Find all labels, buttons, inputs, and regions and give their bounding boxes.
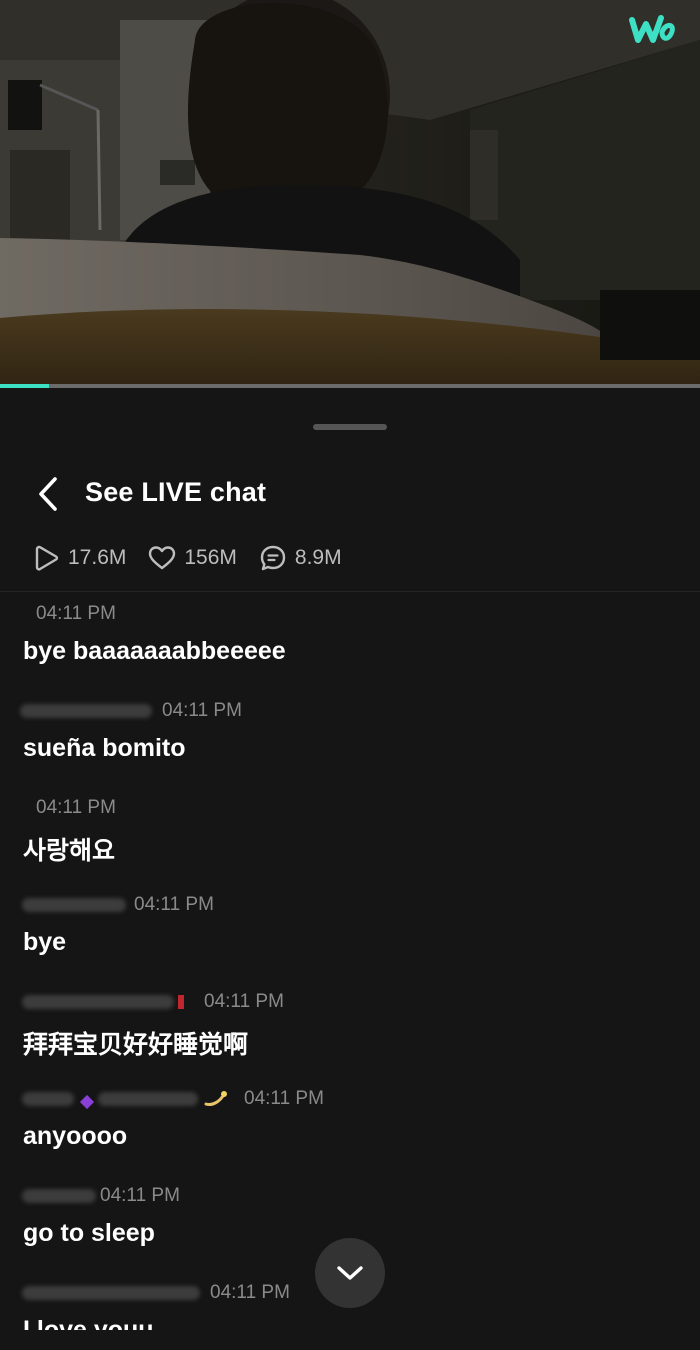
- message-time: 04:11 PM: [36, 797, 116, 818]
- message-text: 拜拜宝贝好好睡觉啊: [23, 1031, 249, 1059]
- chat-list[interactable]: 04:11 PM bye baaaaaaabbeeeee 04:11 PM su…: [0, 595, 700, 1330]
- message-time: 04:11 PM: [100, 1185, 180, 1206]
- message-text: anyoooo: [23, 1122, 128, 1150]
- chat-bubble-icon: [260, 545, 286, 571]
- sheet-drag-handle[interactable]: [313, 424, 387, 430]
- back-button[interactable]: [28, 474, 68, 514]
- message-text: 사랑해요: [23, 837, 116, 865]
- username-redacted: [22, 1092, 74, 1106]
- comments-count: 8.9M: [294, 546, 342, 569]
- video-progress-fill: [0, 384, 49, 388]
- message-meta: 04:11 PM: [22, 1280, 290, 1306]
- username-redacted: [22, 898, 126, 912]
- views-count: 17.6M: [68, 546, 127, 569]
- chevron-down-icon: [337, 1266, 363, 1280]
- username-redacted: [22, 1189, 96, 1203]
- likes-count: 156M: [184, 546, 237, 569]
- live-replay-screen: See LIVE chat 17.6M 156M 8.9M 04:11 PM b…: [0, 0, 700, 1350]
- message-text: sueña bomito: [23, 734, 186, 762]
- likes-stat: 156M: [148, 545, 237, 571]
- message-time: 04:11 PM: [162, 700, 242, 721]
- views-stat: 17.6M: [34, 544, 126, 572]
- scroll-to-bottom-button[interactable]: [315, 1238, 385, 1308]
- stats-row: 17.6M 156M 8.9M: [34, 544, 342, 572]
- message-meta: 04:11 PM: [36, 601, 116, 627]
- chat-sheet: See LIVE chat 17.6M 156M 8.9M 04:11 PM b…: [0, 389, 700, 1350]
- message-time: 04:11 PM: [134, 894, 214, 915]
- message-text: bye baaaaaaabbeeeee: [23, 637, 286, 665]
- chevron-left-icon: [39, 477, 57, 511]
- message-time: 04:11 PM: [204, 991, 284, 1012]
- message-meta: 04:11 PM: [36, 795, 116, 821]
- user-badge-icon: [178, 995, 184, 1009]
- message-meta: 04:11 PM: [22, 989, 284, 1015]
- video-frame: [0, 0, 700, 388]
- shooting-star-icon: [204, 1091, 227, 1106]
- message-text: go to sleep: [23, 1219, 155, 1247]
- video-progress-bar[interactable]: [0, 384, 700, 388]
- play-icon: [35, 545, 59, 571]
- video-player[interactable]: [0, 0, 700, 388]
- divider: [0, 591, 700, 592]
- weverse-logo-icon: [626, 10, 678, 48]
- message-meta: 04:11 PM: [22, 1086, 324, 1112]
- username-redacted: [20, 704, 152, 718]
- username-redacted: [22, 1286, 200, 1300]
- message-text: bye: [23, 928, 67, 956]
- message-time: 04:11 PM: [244, 1088, 324, 1109]
- purple-heart-icon: [79, 1094, 95, 1110]
- message-time: 04:11 PM: [210, 1282, 290, 1303]
- message-text: I love youu: [23, 1316, 154, 1330]
- page-title: See LIVE chat: [85, 477, 267, 507]
- message-time: 04:11 PM: [36, 603, 116, 624]
- heart-icon: [149, 546, 176, 570]
- username-redacted: [22, 995, 174, 1009]
- message-meta: 04:11 PM: [22, 892, 214, 918]
- message-meta: 04:11 PM: [20, 698, 242, 724]
- username-redacted: [98, 1092, 198, 1106]
- comments-stat: 8.9M: [259, 544, 342, 572]
- message-meta: 04:11 PM: [22, 1183, 180, 1209]
